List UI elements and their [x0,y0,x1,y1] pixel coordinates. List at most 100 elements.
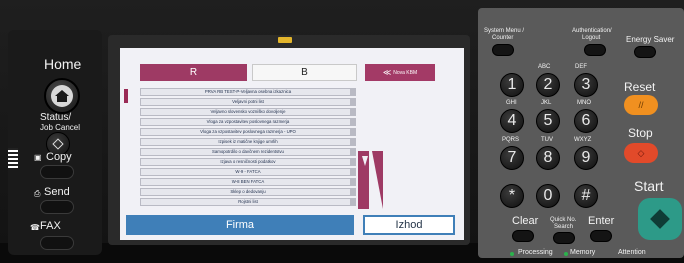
list-item[interactable]: Vloga za vzpostavitev poslovnega razmerj… [132,128,362,137]
screen-indicator [278,37,292,43]
list-item-label: PRVA RB TEST-P-Veljavna osebna izkaznica [204,89,292,94]
list-item-label: W-8 BEN FATCA [231,179,265,184]
system-menu-label: System Menu / [484,28,525,34]
system-menu-button[interactable] [492,44,514,56]
list-item[interactable]: Veljavni potni list [132,98,362,107]
quick-no-label: Quick No. [550,217,577,223]
key-7-letters: PQRS [502,137,520,143]
search-label: Search [554,224,574,230]
counter-label: Counter [492,35,514,41]
list-item[interactable]: Veljavno slovensko vozniško dovoljenje [132,108,362,117]
processing-led-icon [510,252,514,256]
quick-no-search-button[interactable] [553,232,575,244]
list-item-label: Sklep o dedovanju [230,189,266,194]
copy-icon: ▣ [34,153,42,162]
key-7[interactable]: 7 [500,146,524,170]
copy-label: Copy [46,151,72,163]
qr-code-sticker [8,148,18,168]
home-label: Home [44,56,82,72]
copy-button[interactable] [40,165,74,179]
logo-text: Nova KBM [393,69,418,76]
start-icon [650,209,670,229]
key-3-letters: DEF [575,64,587,70]
key-4-letters: GHI [506,100,517,106]
list-item[interactable]: W-8 BEN FATCA [132,178,362,187]
key-2[interactable]: 2 [536,73,560,97]
right-keypad-panel: System Menu / Counter Authentication/ Lo… [478,8,684,258]
key-6[interactable]: 6 [574,109,598,133]
send-label: Send [44,186,70,198]
stop-label: Stop [628,126,653,140]
reset-icon: // [638,100,644,110]
list-item[interactable]: Vloga za vzpostavitev poslovnega razmerj… [132,118,362,127]
attention-label: Attention [618,249,646,256]
key-6-letters: MNO [577,100,591,106]
fax-label: FAX [40,220,61,232]
home-icon [51,85,73,107]
nova-kbm-logo: ≪ Nova KBM [365,64,435,81]
list-item-label: Vloga za vzpostavitev poslovnega razmerj… [200,129,296,134]
key-0[interactable]: 0 [536,184,560,208]
scroll-down-button[interactable] [372,151,383,209]
stop-icon: ◇ [637,147,645,158]
start-label: Start [634,178,664,194]
list-item-label: Rojstni list [238,199,258,204]
start-button[interactable] [638,198,682,240]
list-item-label: Veljavno slovensko vozniško dovoljenje [210,109,286,114]
list-item[interactable]: W-9 - FATCA [132,168,362,177]
list-item[interactable]: Izpisek iz matične knjige umrlih [132,138,362,147]
list-item[interactable]: Rojstni list [132,198,362,207]
clear-label: Clear [512,215,539,227]
list-item[interactable]: Sklep o dedovanju [132,188,362,197]
enter-button[interactable] [590,230,612,242]
list-item-label: Samopotrdilo o davčnem rezidentstvu [212,149,284,154]
stop-button[interactable]: ◇ [624,143,658,163]
list-item-label: Izpisek iz matične knjige umrlih [218,139,278,144]
list-item-label: Vloga za vzpostavitev poslovnega razmerj… [206,119,290,124]
send-icon: ⎙ [34,189,41,198]
logo-mark-icon: ≪ [382,68,392,77]
key-8-letters: TUV [541,137,553,143]
energy-saver-label: Energy Saver [626,35,675,44]
key-3[interactable]: 3 [574,73,598,97]
memory-led-icon [564,252,568,256]
list-item-label: Veljavni potni list [232,99,264,104]
list-item[interactable]: Izjava o resničnosti podatkov [132,158,362,167]
key-9-letters: WXYZ [574,137,592,143]
key-1[interactable]: 1 [500,73,524,97]
list-item-label: W-9 - FATCA [235,169,261,174]
tab-b[interactable]: B [252,64,357,81]
clear-button[interactable] [512,230,534,242]
list-item[interactable]: Samopotrdilo o davčnem rezidentstvu [132,148,362,157]
send-button[interactable] [40,200,74,214]
printer-control-panel: Home Status/ Job Cancel ▣ Copy ⎙ Send ☎ … [0,0,684,263]
key-9[interactable]: 9 [574,146,598,170]
processing-label: Processing [518,249,553,256]
logout-button[interactable] [584,44,606,56]
enter-label: Enter [588,215,615,227]
list-item-label: Izjava o resničnosti podatkov [220,159,276,164]
memory-label: Memory [570,249,596,256]
reset-label: Reset [624,80,656,94]
key-4[interactable]: 4 [500,109,524,133]
key-5[interactable]: 5 [536,109,560,133]
diamond-icon [52,138,64,150]
key-star[interactable]: * [500,184,524,208]
job-cancel-label: Job Cancel [40,123,81,132]
status-label: Status/ [40,112,72,123]
izhod-button[interactable]: Izhod [363,215,455,235]
list-item[interactable]: PRVA RB TEST-P-Veljavna osebna izkaznica [132,88,362,97]
key-hash[interactable]: # [574,184,598,208]
authentication-label: Authentication/ [572,28,612,34]
home-button[interactable] [44,78,80,114]
logout-label: Logout [582,35,601,41]
key-8[interactable]: 8 [536,146,560,170]
fax-button[interactable] [40,236,74,250]
selection-marker [124,89,128,103]
key-2-letters: ABC [538,64,551,70]
reset-button[interactable]: // [624,95,658,115]
touch-screen: R B ≪ Nova KBM PRVA RB TEST-P-Veljavna o… [120,48,464,240]
tab-r[interactable]: R [140,64,247,81]
firma-button[interactable]: Firma [126,215,354,235]
energy-saver-button[interactable] [634,46,656,58]
